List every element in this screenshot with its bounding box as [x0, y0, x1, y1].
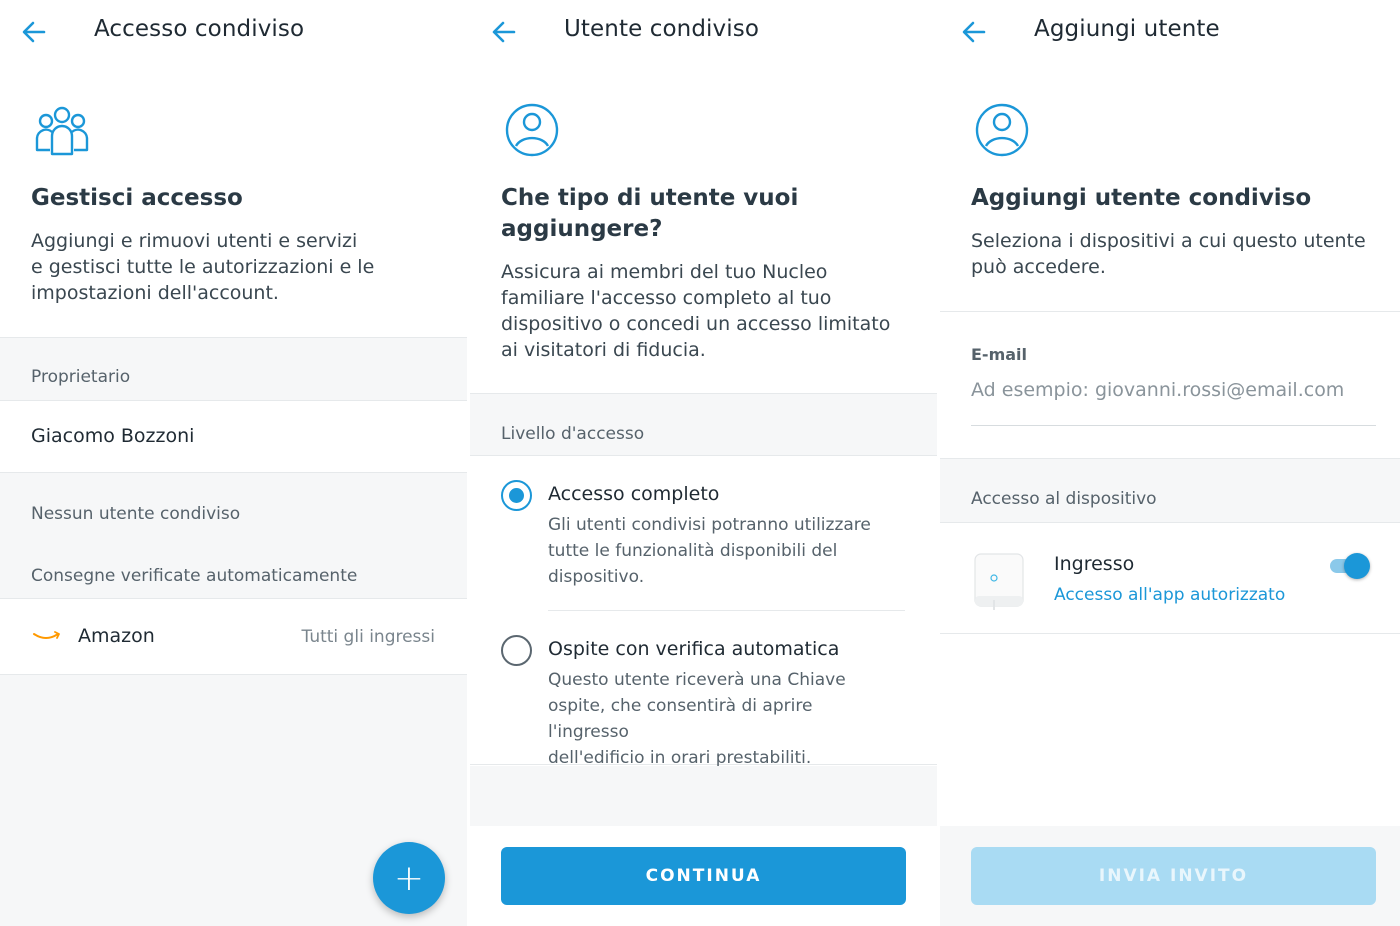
option-desc-line: tutte le funzionalità disponibili del — [548, 541, 838, 561]
device-status: Accesso all'app autorizzato — [1054, 585, 1286, 605]
users-group-icon — [35, 106, 89, 156]
service-row-amazon[interactable]: Amazon Tutti gli ingressi — [0, 598, 467, 675]
auto-deliveries-label: Consegne verificate automaticamente — [31, 566, 358, 586]
access-level-label: Livello d'accesso — [501, 424, 645, 444]
radio-full-access[interactable] — [501, 480, 532, 511]
heading-line: aggiungere? — [501, 216, 663, 242]
arrow-left-icon[interactable] — [960, 18, 988, 46]
option-title: Accesso completo — [548, 483, 720, 505]
plus-icon: + — [393, 857, 425, 899]
section-heading: Che tipo di utente vuoi aggiungere? — [501, 183, 798, 245]
description-line: impostazioni dell'account. — [31, 282, 279, 304]
divider — [940, 311, 1400, 312]
add-user-button[interactable]: + — [373, 842, 445, 914]
option-desc-line: ospite, che consentirà di aprire l'ingre… — [548, 696, 813, 742]
option-guest-access[interactable]: Ospite con verifica automatica Questo ut… — [470, 611, 937, 768]
description-line: Seleziona i dispositivi a cui questo ute… — [971, 230, 1366, 252]
description-line: dispositivo o concedi un accesso limitat… — [501, 313, 891, 335]
arrow-left-icon[interactable] — [20, 18, 48, 46]
description: Aggiungi e rimuovi utenti e servizi e ge… — [31, 228, 374, 306]
shared-access-screen: Accesso condiviso Gestisci accesso Aggiu… — [0, 0, 467, 926]
owner-label: Proprietario — [31, 367, 131, 387]
top-bar: Aggiungi utente — [940, 0, 1400, 64]
top-bar: Accesso condiviso — [0, 0, 467, 64]
description-line: Aggiungi e rimuovi utenti e servizi — [31, 230, 358, 252]
service-name: Amazon — [78, 625, 155, 647]
amazon-smile-icon — [33, 631, 60, 639]
description: Seleziona i dispositivi a cui questo ute… — [971, 228, 1366, 280]
user-circle-icon — [505, 103, 559, 157]
radio-guest-access[interactable] — [501, 635, 532, 666]
email-field[interactable]: Ad esempio: giovanni.rossi@email.com — [971, 372, 1376, 426]
toggle-knob — [1344, 553, 1370, 579]
top-bar: Utente condiviso — [470, 0, 937, 64]
send-invite-button[interactable]: INVIA INVITO — [971, 847, 1376, 905]
heading-line: Che tipo di utente vuoi — [501, 185, 799, 211]
continue-button[interactable]: CONTINUA — [501, 847, 906, 905]
description-line: ai visitatori di fiducia. — [501, 339, 706, 361]
page-title: Aggiungi utente — [1034, 16, 1220, 42]
access-list: Proprietario Giacomo Bozzoni Nessun uten… — [0, 337, 467, 926]
arrow-left-icon[interactable] — [490, 18, 518, 46]
option-desc-line: dispositivo. — [548, 567, 645, 587]
description: Assicura ai membri del tuo Nucleo famili… — [501, 259, 890, 363]
user-circle-icon — [975, 103, 1029, 157]
device-name: Ingresso — [1054, 553, 1135, 575]
owner-name: Giacomo Bozzoni — [31, 425, 195, 447]
option-title: Ospite con verifica automatica — [548, 638, 840, 660]
page-title: Accesso condiviso — [94, 16, 305, 42]
option-full-access[interactable]: Accesso completo Gli utenti condivisi po… — [470, 456, 937, 611]
intercom-device-icon — [974, 553, 1024, 610]
page-title: Utente condiviso — [564, 16, 759, 42]
access-level-header: Livello d'accesso — [470, 393, 937, 455]
section-heading: Gestisci accesso — [31, 185, 243, 211]
access-options: Accesso completo Gli utenti condivisi po… — [470, 455, 937, 768]
description-line: può accedere. — [971, 256, 1106, 278]
shared-user-type-screen: Utente condiviso Che tipo di utente vuoi… — [470, 0, 937, 926]
option-desc-line: Questo utente riceverà una Chiave — [548, 670, 846, 690]
device-access-label: Accesso al dispositivo — [971, 489, 1157, 509]
email-label: E-mail — [971, 345, 1028, 364]
option-desc-line: Gli utenti condivisi potranno utilizzare — [548, 515, 871, 535]
section-heading: Aggiungi utente condiviso — [971, 185, 1312, 211]
owner-row[interactable]: Giacomo Bozzoni — [0, 400, 467, 473]
option-description: Questo utente riceverà una Chiave ospite… — [548, 667, 898, 771]
option-description: Gli utenti condivisi potranno utilizzare… — [548, 512, 898, 590]
device-row-ingresso[interactable]: Ingresso Accesso all'app autorizzato — [940, 522, 1400, 634]
add-user-screen: Aggiungi utente Aggiungi utente condivis… — [940, 0, 1400, 926]
description-line: Assicura ai membri del tuo Nucleo — [501, 261, 828, 283]
device-access-header: Accesso al dispositivo — [940, 458, 1400, 522]
description-line: familiare l'accesso completo al tuo — [501, 287, 832, 309]
service-scope: Tutti gli ingressi — [301, 627, 435, 647]
description-line: e gestisci tutte le autorizzazioni e le — [31, 256, 375, 278]
no-shared-users-text: Nessun utente condiviso — [31, 504, 241, 524]
device-access-toggle[interactable] — [1330, 553, 1370, 579]
email-placeholder: Ad esempio: giovanni.rossi@email.com — [971, 379, 1345, 401]
